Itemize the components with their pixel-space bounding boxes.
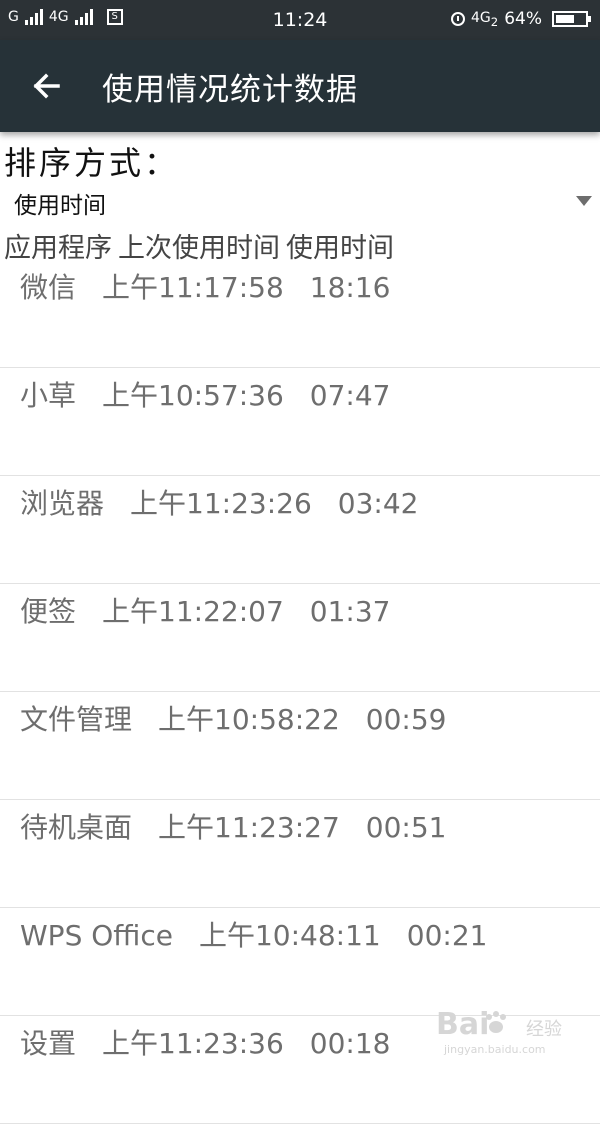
row-text: 便签 上午11:22:07 01:37 bbox=[20, 590, 416, 630]
app-bar: 使用情况统计数据 bbox=[0, 40, 600, 132]
sort-label: 排序方式： bbox=[4, 144, 180, 182]
last-used-time: 上午10:57:36 bbox=[102, 379, 284, 412]
network-indicator: 4G2 bbox=[471, 10, 498, 29]
row-text: 微信 上午11:17:58 18:16 bbox=[20, 266, 416, 306]
last-used-time: 上午11:17:58 bbox=[102, 271, 284, 304]
app-name: 浏览器 bbox=[20, 487, 105, 520]
watermark-suffix: 经验 bbox=[526, 1019, 562, 1040]
row-text: 小草 上午10:57:36 07:47 bbox=[20, 374, 416, 414]
row-text: WPS Office 上午10:48:11 00:21 bbox=[20, 914, 513, 954]
paw-logo-icon bbox=[486, 1011, 506, 1033]
list-item[interactable]: 浏览器 上午11:23:26 03:42 bbox=[0, 476, 600, 584]
app-name: 设置 bbox=[20, 1027, 77, 1060]
sort-selected-value: 使用时间 bbox=[14, 193, 106, 219]
list-item[interactable]: 小草 上午10:57:36 07:47 bbox=[0, 368, 600, 476]
dropdown-arrow-icon bbox=[576, 196, 592, 206]
app-name: 文件管理 bbox=[20, 703, 133, 736]
row-text: 文件管理 上午10:58:22 00:59 bbox=[20, 698, 472, 738]
network-indicator-label: 4G bbox=[471, 9, 491, 26]
usage-time: 00:18 bbox=[309, 1027, 391, 1060]
app-name: WPS Office bbox=[20, 919, 173, 952]
last-used-time: 上午10:48:11 bbox=[198, 919, 381, 952]
list-item[interactable]: 微信 上午11:17:58 18:16 bbox=[0, 260, 600, 368]
usage-time: 03:42 bbox=[337, 487, 419, 520]
sort-dropdown[interactable]: 使用时间 bbox=[14, 184, 596, 220]
status-right: 4G2 64% bbox=[451, 9, 591, 29]
last-used-time: 上午11:22:07 bbox=[102, 595, 284, 628]
row-text: 设置 上午11:23:36 00:18 bbox=[20, 1022, 416, 1062]
app-name: 待机桌面 bbox=[20, 811, 133, 844]
list-item[interactable]: WPS Office 上午10:48:11 00:21 bbox=[0, 908, 600, 1016]
back-arrow-icon[interactable] bbox=[28, 66, 68, 106]
usage-list: 微信 上午11:17:58 18:16 小草 上午10:57:36 07:47 浏览器上… bbox=[0, 260, 600, 1124]
watermark-url: jingyan.baidu.com bbox=[444, 1043, 546, 1056]
last-used-time: 上午10:58:22 bbox=[158, 703, 340, 736]
last-used-time: 上午11:23:26 bbox=[130, 487, 312, 520]
page-title: 使用情况统计数据 bbox=[102, 72, 358, 108]
usage-time: 07:47 bbox=[309, 379, 391, 412]
app-name: 微信 bbox=[20, 271, 77, 304]
list-item[interactable]: 文件管理 上午10:58:22 00:59 bbox=[0, 692, 600, 800]
list-item[interactable]: 便签 上午11:22:07 01:37 bbox=[0, 584, 600, 692]
network-indicator-sub: 2 bbox=[490, 14, 499, 29]
usage-time: 01:37 bbox=[309, 595, 391, 628]
last-used-time: 上午11:23:36 bbox=[102, 1027, 284, 1060]
alarm-icon bbox=[451, 12, 466, 26]
usage-time: 00:59 bbox=[365, 703, 447, 736]
list-item[interactable]: 待机桌面 上午11:23:27 00:51 bbox=[0, 800, 600, 908]
app-name: 小草 bbox=[20, 379, 77, 412]
status-bar: G 4G S 11:24 4G2 64% bbox=[0, 0, 600, 40]
app-name: 便签 bbox=[20, 595, 77, 628]
watermark: Bai 经验 jingyan.baidu.com bbox=[436, 1007, 586, 1057]
last-used-time: 上午11:23:27 bbox=[158, 811, 340, 844]
row-text: 浏览器 上午11:23:26 03:42 bbox=[20, 482, 444, 522]
battery-percent: 64% bbox=[504, 9, 542, 29]
usage-time: 18:16 bbox=[309, 271, 391, 304]
usage-time: 00:21 bbox=[406, 919, 488, 952]
battery-fill bbox=[556, 15, 574, 23]
row-text: 待机桌面 上午11:23:27 00:51 bbox=[20, 806, 472, 846]
battery-icon bbox=[552, 11, 591, 27]
usage-time: 00:51 bbox=[365, 811, 447, 844]
